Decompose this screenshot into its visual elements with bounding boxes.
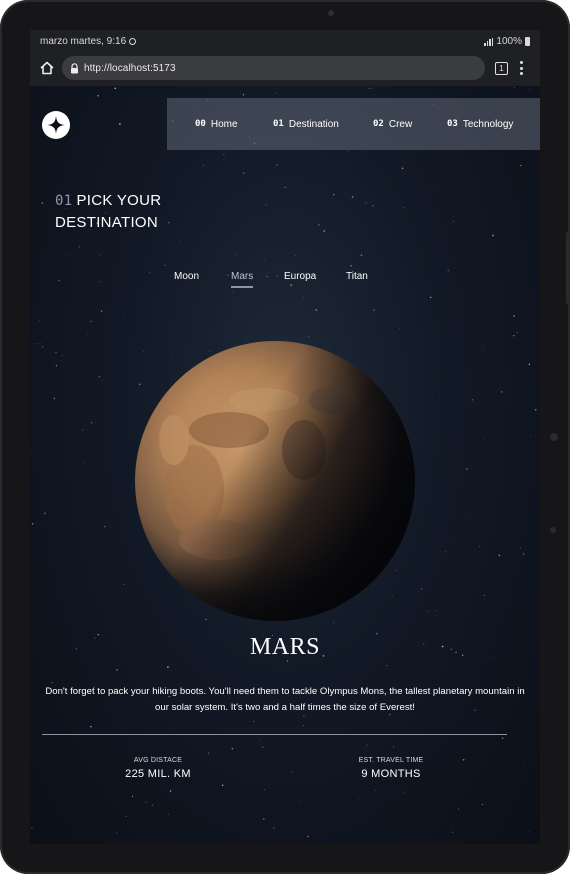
status-bar: marzo martes, 9:16 100%: [30, 30, 540, 52]
side-sensor-2: [550, 527, 556, 533]
page-title-line2: DESTINATION: [55, 214, 159, 231]
url-text: http://localhost:5173: [84, 62, 176, 74]
address-bar[interactable]: http://localhost:5173: [62, 56, 485, 80]
nav-destination[interactable]: 01 Destination: [273, 119, 339, 130]
camera: [328, 10, 334, 16]
page-title-number: 01: [55, 193, 73, 209]
nav-crew-number: 02: [373, 119, 384, 129]
nav-destination-number: 01: [273, 119, 284, 129]
star-logo-icon[interactable]: [42, 111, 70, 139]
nav-technology-number: 03: [447, 119, 458, 129]
page-title: 01 PICK YOUR DESTINATION: [55, 190, 161, 234]
stat-travel-time-value: 9 MONTHS: [361, 768, 421, 780]
page-title-line1: PICK YOUR: [76, 192, 162, 209]
screen: marzo martes, 9:16 100% http://localhost…: [30, 30, 540, 844]
mars-planet-image: [135, 341, 415, 621]
nav-destination-label: Destination: [288, 118, 339, 130]
divider: [42, 734, 507, 735]
nav-home[interactable]: 00 Home: [195, 119, 238, 130]
stat-distance: AVG DISTACE 225 MIL. KM: [78, 757, 238, 780]
main-nav: 00 Home 01 Destination 02 Crew 03 Techno…: [167, 98, 540, 150]
tabs-icon[interactable]: 1: [495, 62, 508, 75]
nav-crew[interactable]: 02 Crew: [373, 119, 412, 130]
nav-technology-label: Technology: [462, 118, 514, 130]
stat-distance-label: AVG DISTACE: [133, 757, 183, 764]
tab-titan[interactable]: Titan: [346, 271, 368, 286]
volume-button: [566, 232, 570, 304]
side-sensor: [550, 433, 558, 441]
tab-moon[interactable]: Moon: [174, 271, 199, 286]
lock-icon: [71, 62, 78, 73]
browser-toolbar: http://localhost:5173 1: [30, 52, 540, 86]
home-icon[interactable]: [39, 60, 55, 76]
nav-technology[interactable]: 03 Technology: [447, 119, 513, 130]
tab-mars[interactable]: Mars: [231, 271, 254, 288]
web-page: 00 Home 01 Destination 02 Crew 03 Techno…: [30, 86, 540, 844]
planet-description: Don't forget to pack your hiking boots. …: [45, 686, 525, 713]
nav-home-number: 00: [195, 119, 206, 129]
battery-percent: 100%: [496, 36, 522, 47]
nav-home-label: Home: [210, 118, 238, 130]
tablet-frame: marzo martes, 9:16 100% http://localhost…: [0, 0, 570, 874]
menu-icon[interactable]: [519, 61, 523, 75]
destination-tabs: Moon Mars Europa Titan: [30, 271, 540, 291]
stat-travel-time-label: EST. TRAVEL TIME: [358, 757, 424, 764]
signal-icon: [484, 37, 494, 46]
battery-icon: [525, 37, 530, 46]
tab-europa[interactable]: Europa: [284, 271, 316, 286]
stat-distance-value: 225 MIL. KM: [125, 768, 191, 780]
status-time: marzo martes, 9:16: [40, 36, 127, 47]
nav-crew-label: Crew: [388, 118, 413, 130]
stat-travel-time: EST. TRAVEL TIME 9 MONTHS: [311, 757, 471, 780]
data-saver-icon: [129, 38, 137, 45]
planet-name: MARS: [249, 634, 321, 660]
